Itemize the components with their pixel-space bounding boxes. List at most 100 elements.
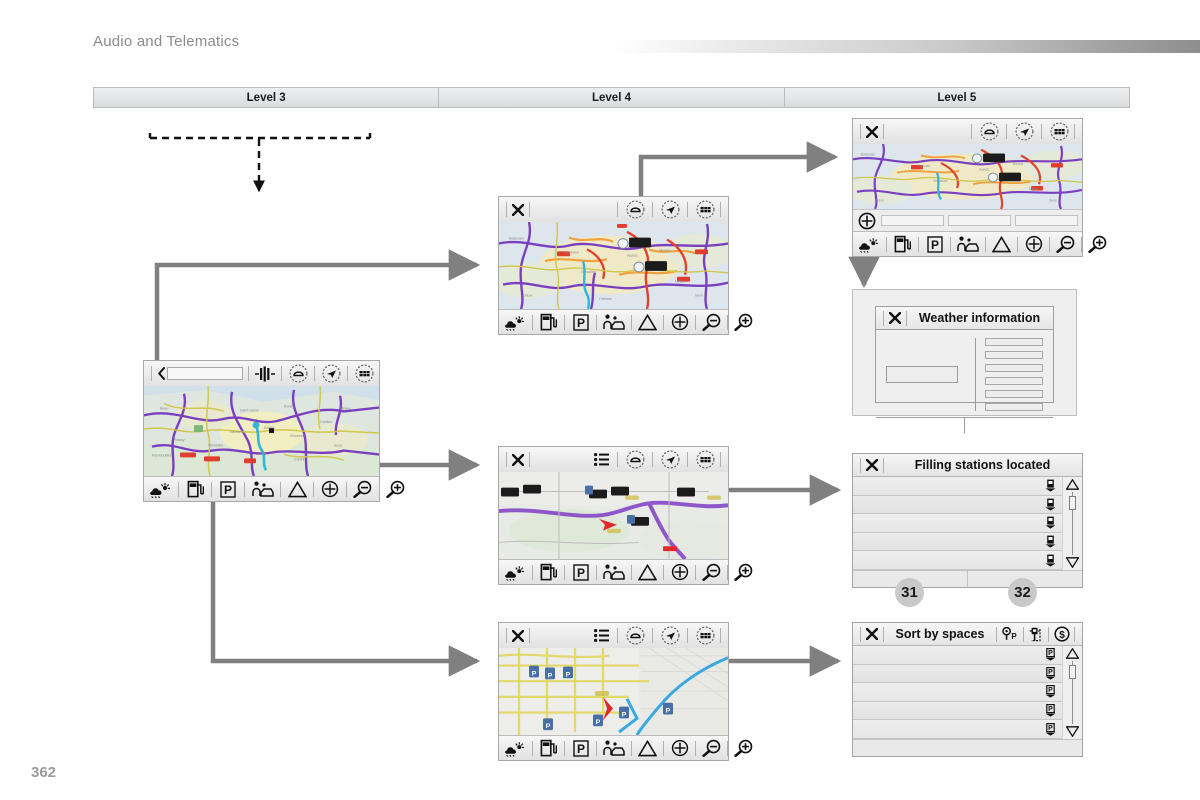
scrollbar[interactable] xyxy=(1062,646,1082,739)
target-plus-icon[interactable] xyxy=(319,480,341,498)
weather-information-panel[interactable]: Weather information xyxy=(852,289,1077,433)
weather-footer-cell[interactable] xyxy=(876,418,964,433)
services-icon[interactable] xyxy=(602,740,626,756)
weather-footer-cell[interactable] xyxy=(964,418,1053,433)
parking-icon[interactable]: P xyxy=(924,235,945,253)
map-grid-icon[interactable] xyxy=(693,200,717,219)
map-canvas-nav[interactable]: Beau Saint-Denis Bondy Poissy Nanterre PARIS… xyxy=(144,386,379,476)
triangle-up-icon[interactable] xyxy=(1066,648,1079,659)
traffic-map-screen-level4[interactable]: Beauvais Pontoise Versailles PARIS Meaux Mel… xyxy=(498,196,752,335)
list-item[interactable] xyxy=(853,495,1062,515)
traffic-bars-icon[interactable] xyxy=(254,366,276,382)
zoom-out-icon[interactable] xyxy=(701,739,722,757)
filling-stations-located-panel[interactable]: Filling stations located xyxy=(852,453,1083,588)
list-item[interactable] xyxy=(853,514,1062,533)
parking-icon[interactable]: P xyxy=(217,480,239,498)
navigation-arrow-icon[interactable] xyxy=(1012,122,1036,141)
filling-station-map-screen[interactable]: P xyxy=(498,446,752,585)
list-item[interactable] xyxy=(853,477,1062,496)
close-icon[interactable] xyxy=(510,629,526,642)
weather-icon[interactable] xyxy=(502,564,527,581)
parking-icon[interactable]: P xyxy=(570,563,591,581)
zoom-out-icon[interactable] xyxy=(1055,235,1076,253)
price-dollar-icon[interactable]: $ xyxy=(1052,626,1071,642)
traffic-field-3[interactable] xyxy=(1015,215,1078,226)
weather-icon[interactable] xyxy=(147,481,173,498)
sort-by-spaces-panel[interactable]: Sort by spaces P $ P P P P P xyxy=(852,622,1083,757)
close-icon[interactable] xyxy=(864,628,880,640)
weather-icon[interactable] xyxy=(502,740,527,757)
warning-triangle-icon[interactable] xyxy=(286,480,308,498)
list-icon[interactable] xyxy=(590,453,612,466)
warning-triangle-icon[interactable] xyxy=(991,235,1012,253)
list-item[interactable]: P xyxy=(853,646,1062,665)
zoom-out-icon[interactable] xyxy=(701,313,722,331)
reroute-icon[interactable] xyxy=(977,122,1001,141)
fuel-pump-icon[interactable] xyxy=(892,235,913,253)
map-grid-icon[interactable] xyxy=(353,364,375,383)
navigation-arrow-icon[interactable] xyxy=(658,626,682,645)
target-plus-icon[interactable] xyxy=(669,563,690,581)
list-icon[interactable] xyxy=(590,629,612,642)
reroute-icon[interactable] xyxy=(623,626,647,645)
map-canvas-traffic-l5[interactable]: Beauvais Pontoise Versailles PARIS Meaux Mel… xyxy=(853,144,1082,209)
scroll-thumb[interactable] xyxy=(1069,664,1076,679)
close-icon[interactable] xyxy=(887,312,903,324)
add-plus-icon[interactable] xyxy=(857,212,877,230)
search-input[interactable] xyxy=(167,367,243,380)
target-plus-icon[interactable] xyxy=(1023,235,1044,253)
footer-cell[interactable] xyxy=(853,740,1082,756)
fuel-pump-icon[interactable] xyxy=(538,563,559,581)
zoom-in-icon[interactable] xyxy=(733,563,754,581)
list-item[interactable]: P xyxy=(853,701,1062,721)
list-item[interactable] xyxy=(853,551,1062,570)
warning-triangle-icon[interactable] xyxy=(637,739,658,757)
zoom-out-icon[interactable] xyxy=(352,480,374,498)
list-item[interactable]: P xyxy=(853,664,1062,684)
map-canvas-parking-l4[interactable]: P P P P P P P xyxy=(499,648,728,735)
zoom-in-icon[interactable] xyxy=(385,480,407,498)
close-icon[interactable] xyxy=(864,125,880,138)
navigation-map-screen[interactable]: Beau Saint-Denis Bondy Poissy Nanterre PARIS… xyxy=(143,360,405,502)
target-plus-icon[interactable] xyxy=(669,739,690,757)
weather-icon[interactable] xyxy=(856,236,881,253)
close-icon[interactable] xyxy=(510,453,526,466)
fuel-pump-icon[interactable] xyxy=(538,313,559,331)
reroute-icon[interactable] xyxy=(623,450,647,469)
map-canvas-traffic-l4[interactable]: Beauvais Pontoise Versailles PARIS Meaux Mel… xyxy=(499,222,728,309)
list-item[interactable] xyxy=(853,532,1062,552)
parking-map-screen[interactable]: P P P P P P P P xyxy=(498,622,752,761)
services-icon[interactable] xyxy=(956,236,980,252)
back-chevron-icon[interactable] xyxy=(155,367,167,380)
warning-triangle-icon[interactable] xyxy=(637,563,658,581)
scroll-track[interactable] xyxy=(1069,492,1076,555)
zoom-out-icon[interactable] xyxy=(701,563,722,581)
fuel-pump-icon[interactable] xyxy=(184,480,206,498)
reroute-icon[interactable] xyxy=(623,200,647,219)
services-icon[interactable] xyxy=(602,314,626,330)
list-item[interactable]: P xyxy=(853,683,1062,702)
navigation-arrow-icon[interactable] xyxy=(658,200,682,219)
services-icon[interactable] xyxy=(602,564,626,580)
scroll-track[interactable] xyxy=(1069,661,1076,724)
fuel-pump-icon[interactable] xyxy=(538,739,559,757)
map-canvas-fuel-l4[interactable] xyxy=(499,472,728,559)
traffic-field-2[interactable] xyxy=(948,215,1011,226)
navigation-arrow-icon[interactable] xyxy=(658,450,682,469)
triangle-down-icon[interactable] xyxy=(1066,726,1079,737)
map-grid-icon[interactable] xyxy=(693,626,717,645)
zoom-in-icon[interactable] xyxy=(733,739,754,757)
traffic-map-screen-level5[interactable]: Beauvais Pontoise Versailles PARIS Meaux Mel… xyxy=(852,118,1106,257)
services-icon[interactable] xyxy=(250,481,275,497)
close-icon[interactable] xyxy=(864,459,880,471)
triangle-up-icon[interactable] xyxy=(1066,479,1079,490)
reroute-icon[interactable] xyxy=(287,364,309,383)
warning-triangle-icon[interactable] xyxy=(637,313,658,331)
map-grid-icon[interactable] xyxy=(693,450,717,469)
map-grid-icon[interactable] xyxy=(1047,122,1071,141)
parking-pin-icon[interactable]: P xyxy=(1000,627,1020,641)
weather-icon[interactable] xyxy=(502,314,527,331)
triangle-down-icon[interactable] xyxy=(1066,557,1079,568)
target-plus-icon[interactable] xyxy=(669,313,690,331)
parking-icon[interactable]: P xyxy=(570,739,591,757)
